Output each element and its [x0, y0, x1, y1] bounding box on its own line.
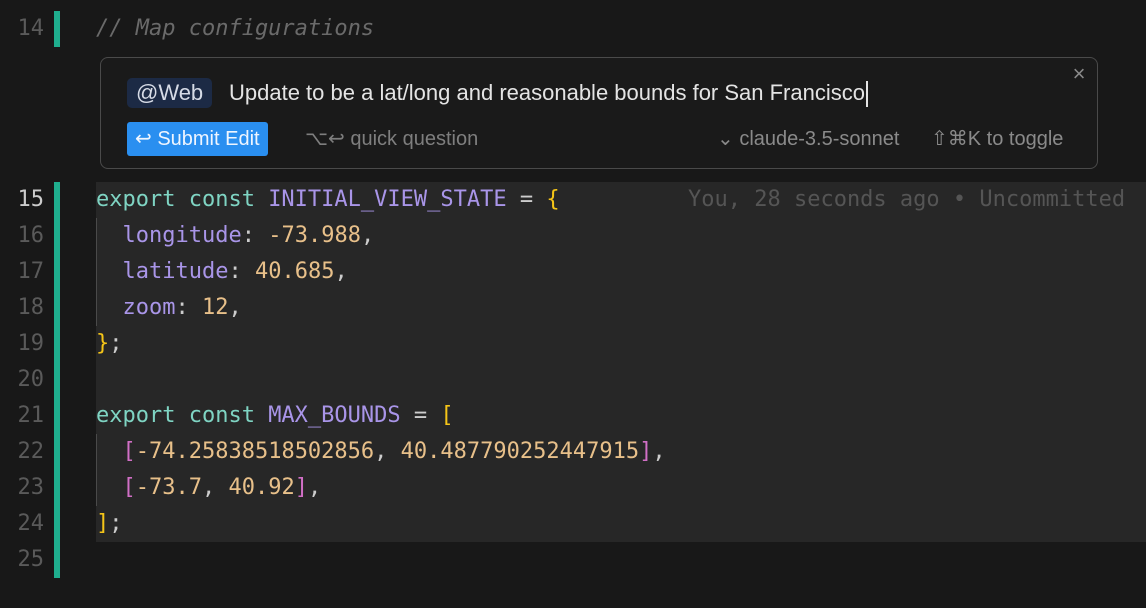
code-line[interactable]: [-73.7, 40.92], — [96, 470, 322, 506]
code-token: -74.25838518502856 — [135, 439, 375, 464]
line-number-13: 13 — [0, 0, 45, 8]
prompt-input-value: Update to be a lat/long and reasonable b… — [229, 80, 865, 105]
code-token: ] — [96, 511, 110, 536]
code-line[interactable]: export const MAX_BOUNDS = [ — [96, 398, 454, 434]
code-token: ] — [294, 475, 308, 500]
git-change-bar[interactable] — [54, 11, 60, 47]
code-token: [ — [440, 403, 454, 428]
code-token: 12 — [201, 295, 229, 320]
line-number-17: 17 — [17, 259, 45, 284]
model-selector[interactable]: ⌄ claude-3.5-sonnet — [717, 122, 899, 156]
prompt-input[interactable]: Update to be a lat/long and reasonable b… — [229, 78, 868, 108]
inline-edit-prompt: @Web Update to be a lat/long and reasona… — [100, 57, 1098, 169]
code-token: } — [96, 331, 110, 356]
code-token: [ — [122, 475, 136, 500]
code-token: , — [307, 475, 322, 500]
line-number-18: 18 — [17, 295, 45, 320]
close-icon[interactable]: × — [1067, 62, 1091, 86]
line-number-20: 20 — [17, 367, 45, 392]
code-line[interactable]: ]; — [96, 506, 123, 542]
code-token: = — [400, 403, 441, 428]
code-token: INITIAL_VIEW_STATE — [268, 187, 507, 212]
code-token: zoom — [122, 295, 176, 320]
code-token: longitude — [122, 223, 242, 248]
code-token: : — [241, 223, 269, 248]
code-token: , — [201, 475, 229, 500]
git-change-bar-main[interactable] — [54, 182, 60, 578]
code-line[interactable]: [-74.25838518502856, 40.487790252447915]… — [96, 434, 666, 470]
code-line[interactable]: longitude: -73.988, — [96, 218, 375, 254]
code-token: , — [228, 295, 242, 320]
code-token: : — [228, 259, 255, 284]
code-token: = — [506, 187, 547, 212]
code-token: , — [374, 439, 401, 464]
code-comment: // Map configurations — [96, 16, 375, 41]
submit-edit-button[interactable]: ↩ Submit Edit — [127, 122, 268, 156]
code-token: : — [175, 295, 202, 320]
code-token: 40.487790252447915 — [400, 439, 640, 464]
code-line[interactable]: latitude: 40.685, — [96, 254, 348, 290]
code-token: MAX_BOUNDS — [268, 403, 401, 428]
line-number-14: 14 — [17, 16, 45, 41]
code-token: export const — [96, 403, 269, 428]
git-blame-annotation: You, 28 seconds ago • Uncommitted — [688, 187, 1126, 212]
web-context-chip[interactable]: @Web — [127, 78, 213, 108]
line-number-24: 24 — [17, 511, 45, 536]
quick-question-button[interactable]: ⌥↩ quick question — [305, 122, 478, 156]
code-token: { — [546, 187, 560, 212]
code-token: latitude — [122, 259, 229, 284]
line-number-21: 21 — [17, 403, 45, 428]
line-number-23: 23 — [17, 475, 45, 500]
line-number-15: 15 — [17, 187, 45, 212]
toggle-shortcut-hint: ⇧⌘K to toggle — [931, 128, 1064, 150]
code-token: [ — [122, 439, 136, 464]
code-token: export const — [96, 187, 269, 212]
code-token: , — [360, 223, 375, 248]
line-number-16: 16 — [17, 223, 45, 248]
code-token: ; — [109, 511, 123, 536]
code-token: ] — [639, 439, 653, 464]
code-token: ; — [109, 331, 123, 356]
line-number-19: 19 — [17, 331, 45, 356]
code-token: , — [334, 259, 348, 284]
code-line[interactable]: export const INITIAL_VIEW_STATE = { — [96, 182, 560, 218]
line-number-22: 22 — [17, 439, 45, 464]
code-token: 40.685 — [254, 259, 335, 284]
code-line[interactable]: }; — [96, 326, 123, 362]
code-token: -73.988 — [268, 223, 361, 248]
code-token: 40.92 — [228, 475, 295, 500]
text-caret — [865, 81, 868, 108]
code-token: , — [652, 439, 666, 464]
code-token: -73.7 — [135, 475, 202, 500]
code-line[interactable]: zoom: 12, — [96, 290, 242, 326]
line-number-25: 25 — [17, 547, 45, 572]
